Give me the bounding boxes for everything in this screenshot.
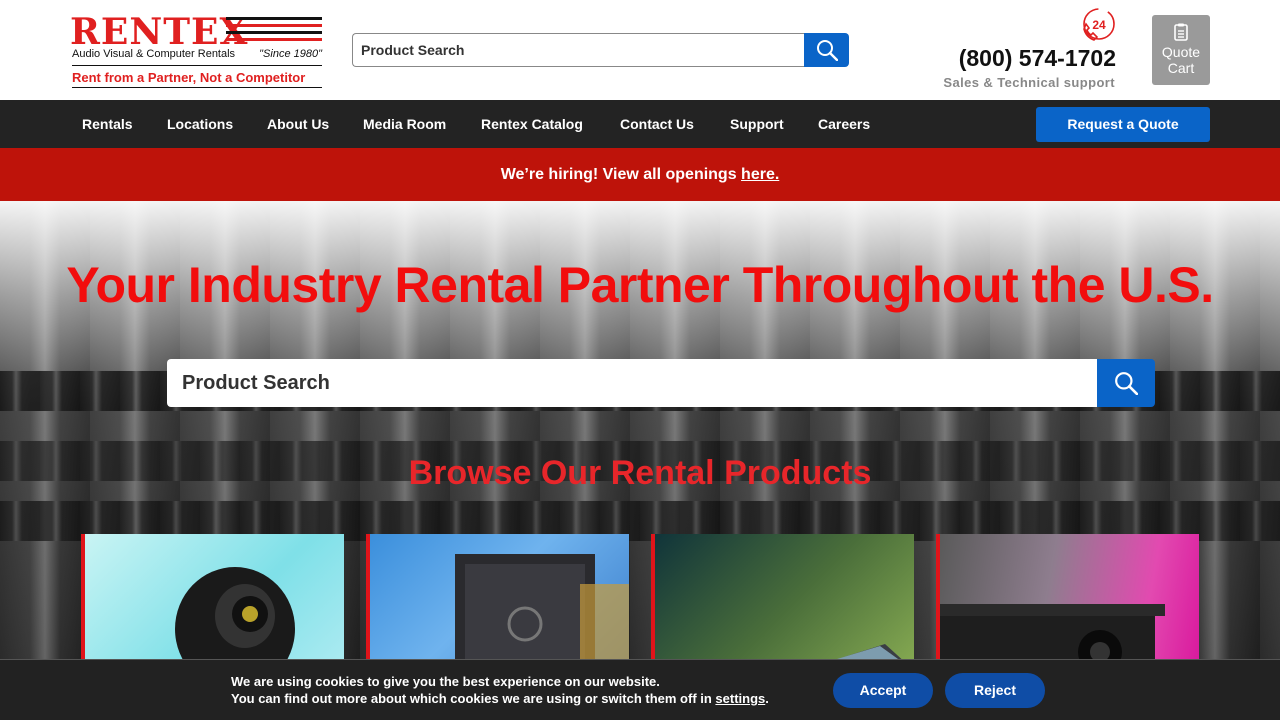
nav-item-about-us[interactable]: About Us bbox=[267, 100, 329, 148]
hero-search-input[interactable] bbox=[167, 359, 1099, 407]
hiring-link[interactable]: here. bbox=[741, 166, 779, 183]
phone-number[interactable]: (800) 574-1702 bbox=[959, 45, 1116, 72]
nav-item-rentex-catalog[interactable]: Rentex Catalog bbox=[481, 100, 583, 148]
logo-subtitle: Audio Visual & Computer Rentals bbox=[72, 48, 236, 60]
cookie-message: We are using cookies to give you the bes… bbox=[231, 673, 769, 707]
nav-item-careers[interactable]: Careers bbox=[818, 100, 870, 148]
cookie-accept-button[interactable]: Accept bbox=[833, 673, 933, 708]
logo-rule bbox=[72, 65, 322, 66]
cookie-banner: We are using cookies to give you the bes… bbox=[0, 659, 1280, 720]
nav-item-locations[interactable]: Locations bbox=[167, 100, 233, 148]
hero-title: Your Industry Rental Partner Throughout … bbox=[66, 257, 1214, 313]
rentex-logo[interactable]: RENTEX Audio Visual & Computer Rentals "… bbox=[70, 13, 324, 89]
cookie-settings-link[interactable]: settings bbox=[715, 691, 765, 706]
logo-since: "Since 1980" bbox=[259, 48, 322, 60]
cookie-line-2-suffix: . bbox=[765, 691, 769, 706]
nav-item-rentals[interactable]: Rentals bbox=[82, 100, 133, 148]
nav-item-contact-us[interactable]: Contact Us bbox=[620, 100, 694, 148]
cookie-line-1: We are using cookies to give you the bes… bbox=[231, 674, 660, 689]
phone-24-icon: 24 bbox=[1083, 8, 1115, 41]
logo-wordmark: RENTEX bbox=[70, 11, 249, 53]
cookie-line-2-prefix: You can find out more about which cookie… bbox=[231, 691, 716, 706]
header-search-button[interactable] bbox=[804, 33, 849, 67]
request-quote-button[interactable]: Request a Quote bbox=[1036, 107, 1210, 142]
nav-item-media-room[interactable]: Media Room bbox=[363, 100, 446, 148]
hero-search bbox=[167, 359, 1155, 407]
search-icon bbox=[1115, 372, 1138, 395]
clipboard-icon bbox=[1174, 23, 1188, 41]
cookie-reject-button[interactable]: Reject bbox=[945, 673, 1045, 708]
quote-cart-label-1: Quote bbox=[1161, 44, 1201, 60]
quote-cart-button[interactable]: Quote Cart bbox=[1152, 15, 1210, 85]
hiring-text: We’re hiring! View all openings bbox=[500, 166, 742, 183]
site-header: RENTEX Audio Visual & Computer Rentals "… bbox=[0, 0, 1280, 100]
phone-icon-label: 24 bbox=[1092, 18, 1106, 32]
search-icon bbox=[816, 40, 838, 61]
hero-search-button[interactable] bbox=[1097, 359, 1155, 407]
main-nav: Rentals Locations About Us Media Room Re… bbox=[0, 100, 1280, 148]
hiring-banner: We’re hiring! View all openings here. bbox=[0, 148, 1280, 201]
nav-item-support[interactable]: Support bbox=[730, 100, 784, 148]
phone-subtitle: Sales & Technical support bbox=[943, 75, 1115, 90]
header-search-input[interactable] bbox=[352, 33, 807, 67]
quote-cart-label-2: Cart bbox=[1167, 60, 1195, 76]
hero-section: Your Industry Rental Partner Throughout … bbox=[0, 201, 1280, 720]
logo-tagline: Rent from a Partner, Not a Competitor bbox=[72, 70, 306, 85]
browse-title: Browse Our Rental Products bbox=[408, 454, 872, 492]
logo-stripes bbox=[226, 17, 322, 45]
logo-rule-bottom bbox=[72, 87, 322, 88]
header-search bbox=[352, 33, 849, 67]
